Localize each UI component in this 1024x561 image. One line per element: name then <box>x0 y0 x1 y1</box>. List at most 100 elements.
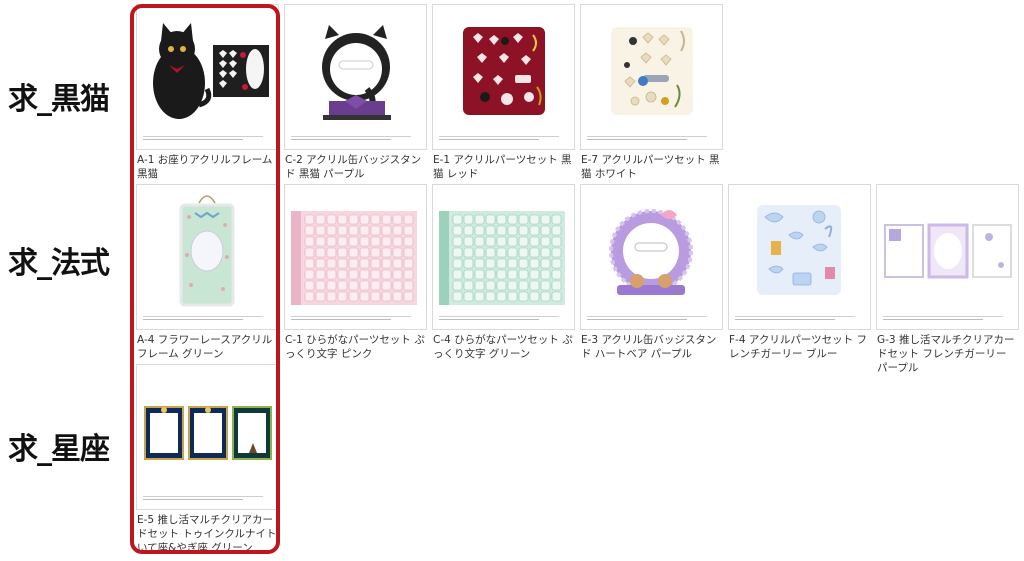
product-thumbnail[interactable] <box>284 184 427 330</box>
letter-tile <box>337 236 348 247</box>
letter-tile <box>326 291 337 302</box>
letter-tile <box>392 291 403 302</box>
product-caption[interactable]: F-4 アクリルパーツセット フレンチガーリー ブルー <box>728 333 871 361</box>
letter-tile <box>337 247 348 258</box>
letter-tile <box>496 214 507 225</box>
letter-tile <box>359 225 370 236</box>
letter-tile <box>381 258 392 269</box>
letter-tile <box>551 280 562 291</box>
letter-tile <box>485 269 496 280</box>
letter-tile <box>540 269 551 280</box>
letter-tile <box>315 247 326 258</box>
letter-tile <box>540 258 551 269</box>
product-caption[interactable]: E-1 アクリルパーツセット 黒猫 レッド <box>432 153 575 181</box>
letter-tile <box>474 236 485 247</box>
letter-tile <box>485 291 496 302</box>
product-thumbnail[interactable] <box>876 184 1019 330</box>
product-caption[interactable]: C-1 ひらがなパーツセット ぷっくり文字 ピンク <box>284 333 427 361</box>
letter-tile <box>381 291 392 302</box>
letter-tile <box>304 225 315 236</box>
letter-tile <box>304 258 315 269</box>
thumbnail-footer-text <box>439 136 559 143</box>
product-caption[interactable]: C-2 アクリル缶バッジスタンド 黒猫 パープル <box>284 153 427 181</box>
letter-tile <box>370 214 381 225</box>
letter-tile <box>452 258 463 269</box>
letter-tile <box>551 269 562 280</box>
letter-tile <box>518 280 529 291</box>
letter-tile <box>463 291 474 302</box>
product-card-f4[interactable]: F-4 アクリルパーツセット フレンチガーリー ブルー <box>728 184 871 361</box>
letter-tile <box>551 258 562 269</box>
letter-tile <box>348 247 359 258</box>
letter-tile <box>474 247 485 258</box>
letter-tile <box>485 258 496 269</box>
letter-tile <box>392 258 403 269</box>
letter-tile <box>359 291 370 302</box>
letter-tile <box>518 291 529 302</box>
letter-tile <box>452 269 463 280</box>
letter-tile <box>452 225 463 236</box>
letter-tile <box>452 280 463 291</box>
letter-tile <box>540 214 551 225</box>
product-card-c4[interactable]: C-4 ひらがなパーツセット ぷっくり文字 グリーン <box>432 184 575 361</box>
letter-tile <box>326 214 337 225</box>
product-caption[interactable]: C-4 ひらがなパーツセット ぷっくり文字 グリーン <box>432 333 575 361</box>
letter-tile <box>337 214 348 225</box>
letter-tile <box>359 236 370 247</box>
row-label-seiza: 求_星座 <box>8 432 110 467</box>
letter-tile <box>463 236 474 247</box>
letter-tile <box>452 214 463 225</box>
letter-tile <box>485 214 496 225</box>
letter-tile <box>392 247 403 258</box>
letter-tile <box>529 225 540 236</box>
thumbnail-footer-text <box>587 316 707 323</box>
thumbnail-footer-text <box>291 136 411 143</box>
product-card-c1[interactable]: C-1 ひらがなパーツセット ぷっくり文字 ピンク <box>284 184 427 361</box>
letter-tile <box>348 291 359 302</box>
product-caption[interactable]: E-3 アクリル缶バッジスタンド ハートベア パープル <box>580 333 723 361</box>
letter-tile <box>474 280 485 291</box>
product-thumbnail[interactable] <box>432 4 575 150</box>
letter-tile <box>403 269 414 280</box>
letter-tile <box>315 258 326 269</box>
letter-tile <box>463 258 474 269</box>
letter-tile <box>326 280 337 291</box>
product-thumbnail[interactable] <box>580 184 723 330</box>
letter-tile <box>551 236 562 247</box>
letter-tile <box>315 280 326 291</box>
letter-tile <box>551 225 562 236</box>
product-card-e1[interactable]: E-1 アクリルパーツセット 黒猫 レッド <box>432 4 575 181</box>
product-thumbnail[interactable] <box>284 4 427 150</box>
letter-tile <box>315 214 326 225</box>
letter-tile <box>518 214 529 225</box>
letter-tile <box>403 247 414 258</box>
product-card-e7[interactable]: E-7 アクリルパーツセット 黒猫 ホワイト <box>580 4 723 181</box>
letter-tile <box>529 236 540 247</box>
product-thumbnail[interactable] <box>580 4 723 150</box>
letter-tile <box>474 269 485 280</box>
letter-tile <box>326 225 337 236</box>
letter-tile <box>348 269 359 280</box>
letter-tile <box>496 236 507 247</box>
letter-tile <box>452 247 463 258</box>
letter-tile <box>304 214 315 225</box>
thumbnail-footer-text <box>587 136 707 143</box>
letter-tile <box>496 258 507 269</box>
product-caption[interactable]: G-3 推し活マルチクリアカードセット フレンチガーリー パープル <box>876 333 1019 375</box>
letter-tile <box>507 291 518 302</box>
letter-tile <box>326 269 337 280</box>
letter-tile <box>485 280 496 291</box>
letter-tile <box>540 225 551 236</box>
product-card-g3[interactable]: G-3 推し活マルチクリアカードセット フレンチガーリー パープル <box>876 184 1019 375</box>
letter-tile <box>359 247 370 258</box>
product-thumbnail[interactable] <box>432 184 575 330</box>
letter-tile <box>529 247 540 258</box>
product-card-c2[interactable]: C-2 アクリル缶バッジスタンド 黒猫 パープル <box>284 4 427 181</box>
product-caption[interactable]: E-7 アクリルパーツセット 黒猫 ホワイト <box>580 153 723 181</box>
letter-tile <box>474 214 485 225</box>
product-thumbnail[interactable] <box>728 184 871 330</box>
letter-tile <box>529 258 540 269</box>
letter-tile <box>485 247 496 258</box>
product-card-e3[interactable]: E-3 アクリル缶バッジスタンド ハートベア パープル <box>580 184 723 361</box>
highlight-frame <box>130 4 280 554</box>
